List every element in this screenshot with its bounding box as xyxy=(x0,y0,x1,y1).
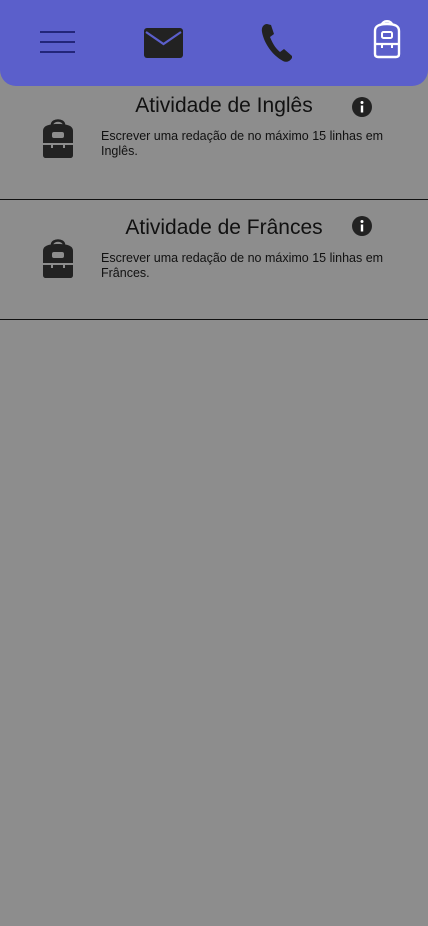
activity-card[interactable]: Atividade de Frânces Escrever uma redaçã… xyxy=(0,200,428,320)
backpack-icon xyxy=(43,119,73,158)
info-icon[interactable] xyxy=(352,97,372,117)
backpack-icon xyxy=(373,20,401,59)
activity-description: Escrever uma redação de no máximo 15 lin… xyxy=(101,129,384,158)
mail-icon xyxy=(144,28,183,58)
activity-card[interactable]: Atividade de Inglês Escrever uma redação… xyxy=(0,86,428,200)
mail-button[interactable] xyxy=(144,28,183,58)
backpack-button[interactable] xyxy=(369,17,405,59)
activity-description: Escrever uma redação de no máximo 15 lin… xyxy=(101,251,384,280)
menu-icon xyxy=(40,31,75,53)
activity-title: Atividade de Inglês xyxy=(135,94,313,117)
activity-title: Atividade de Frânces xyxy=(125,216,323,239)
menu-button[interactable] xyxy=(40,31,75,53)
info-icon[interactable] xyxy=(352,216,372,236)
phone-icon xyxy=(261,24,292,62)
phone-button[interactable] xyxy=(261,23,293,63)
backpack-icon xyxy=(43,239,73,278)
top-navigation-bar xyxy=(0,0,428,86)
